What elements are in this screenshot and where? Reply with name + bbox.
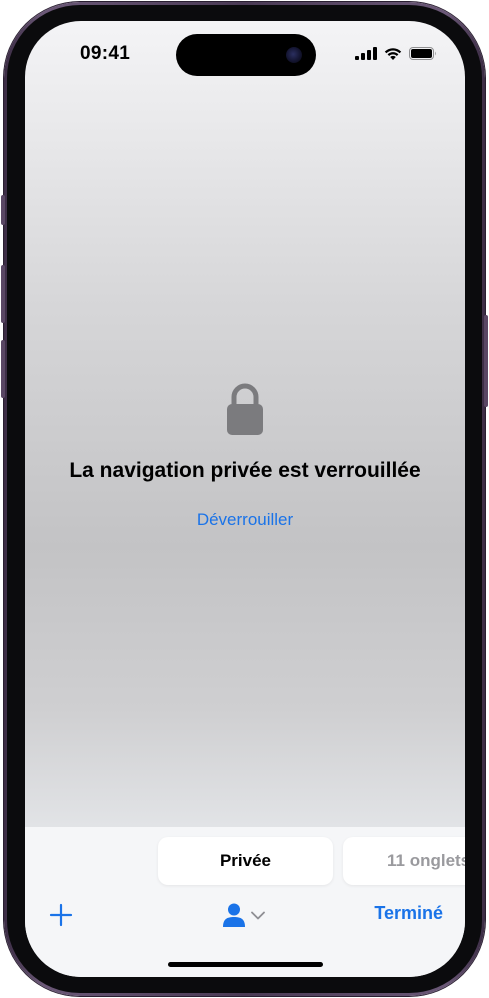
locked-title: La navigation privée est verrouillée <box>69 459 421 482</box>
action-button <box>1 195 5 225</box>
tab-group-private[interactable]: Privée <box>158 837 333 885</box>
home-indicator[interactable] <box>168 962 323 967</box>
tab-group-tabs[interactable]: 11 onglets <box>343 837 465 885</box>
power-button <box>484 315 488 407</box>
volume-down-button <box>1 340 5 398</box>
profile-button[interactable] <box>223 901 271 929</box>
wifi-icon <box>384 48 402 60</box>
dynamic-island <box>176 34 316 76</box>
volume-up-button <box>1 265 5 323</box>
screen: 09:41 La navigation privée est verrouill… <box>25 21 465 977</box>
status-bar: 09:41 <box>25 21 465 81</box>
status-icons <box>355 47 437 60</box>
lock-icon <box>227 383 263 435</box>
lock-area <box>25 381 465 440</box>
battery-icon <box>409 47 436 60</box>
plus-icon[interactable] <box>49 903 73 927</box>
chevron-down-icon <box>251 911 265 919</box>
done-button[interactable]: Terminé <box>374 903 443 924</box>
status-time: 09:41 <box>80 43 131 64</box>
unlock-link[interactable]: Déverrouiller <box>25 510 465 530</box>
person-icon <box>223 903 245 927</box>
camera-icon <box>286 47 302 63</box>
tab-toolbar: Privée 11 onglets Terminé <box>25 827 465 977</box>
cellular-signal-icon <box>355 47 377 60</box>
